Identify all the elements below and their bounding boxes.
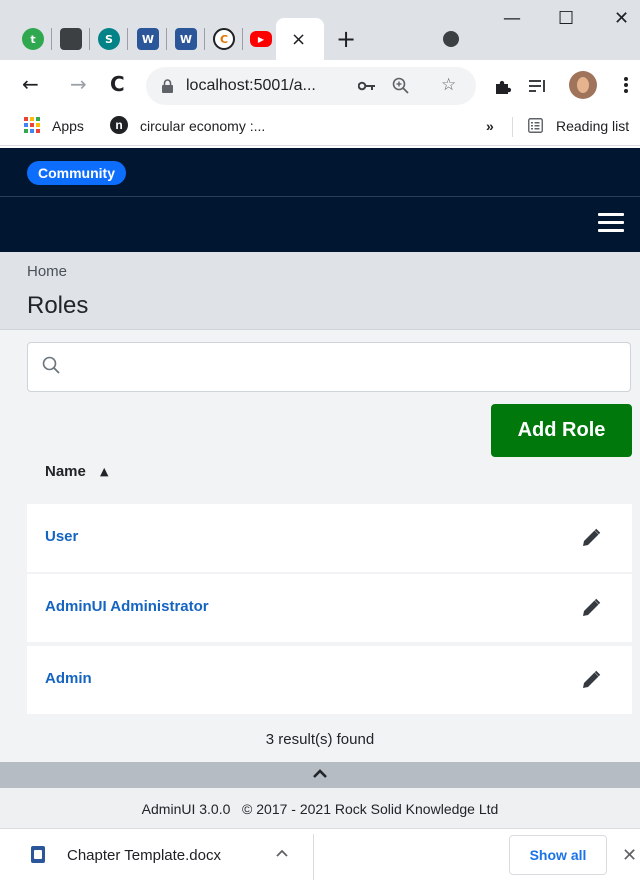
breadcrumb-home[interactable]: Home (27, 263, 67, 280)
tab-separator (89, 28, 90, 50)
download-divider (313, 834, 314, 880)
lock-icon[interactable] (162, 79, 173, 93)
n-logo-icon: n (110, 116, 128, 134)
bookmark-apps[interactable]: Apps (52, 118, 84, 134)
search-icon (42, 356, 60, 374)
reading-list-icon[interactable] (528, 118, 543, 133)
role-link[interactable]: Admin (45, 670, 92, 687)
bookmark-circular-economy[interactable]: circular economy :... (140, 118, 265, 134)
tab-favicon-youtube[interactable]: ▶ (250, 31, 272, 47)
tab-separator (166, 28, 167, 50)
chevron-up-icon[interactable] (275, 848, 289, 858)
table-row: User (27, 504, 632, 572)
download-filename[interactable]: Chapter Template.docx (67, 847, 221, 864)
word-file-icon (31, 846, 45, 863)
reload-button[interactable]: C (110, 72, 125, 96)
hamburger-menu-icon[interactable] (598, 213, 624, 233)
forward-button[interactable]: → (70, 72, 87, 96)
page-title: Roles (27, 292, 89, 319)
tab-favicon-t[interactable]: t (22, 28, 44, 50)
tab-favicon-word[interactable]: W (175, 28, 197, 50)
column-header-name[interactable]: Name (45, 463, 86, 480)
role-link[interactable]: User (45, 528, 78, 545)
tab-separator (242, 28, 243, 50)
add-role-button[interactable]: Add Role (491, 404, 632, 457)
brand-badge[interactable]: Community (27, 161, 126, 185)
tab-favicon-sharepoint[interactable]: S (98, 28, 120, 50)
close-download-bar-icon[interactable]: ✕ (622, 845, 637, 866)
tab-separator (127, 28, 128, 50)
key-icon[interactable] (358, 81, 376, 91)
reading-list-icon[interactable] (529, 79, 547, 93)
bookmarks-bar (0, 110, 640, 146)
sort-ascending-icon[interactable]: ▲ (100, 465, 108, 478)
edit-pencil-icon[interactable] (581, 528, 601, 548)
close-window-button[interactable]: ✕ (614, 8, 629, 29)
show-all-button[interactable]: Show all (509, 835, 607, 875)
tab-separator (51, 28, 52, 50)
tab-search-icon[interactable] (443, 31, 459, 47)
minimize-button[interactable]: — (503, 8, 521, 29)
reading-list-label[interactable]: Reading list (556, 118, 629, 134)
bookmarks-divider (512, 117, 513, 137)
footer-text: AdminUI 3.0.0 © 2017 - 2021 Rock Solid K… (141, 801, 499, 817)
bookmarks-overflow[interactable]: » (486, 118, 494, 134)
tab-favicon-word[interactable]: W (137, 28, 159, 50)
maximize-button[interactable]: ☐ (558, 8, 574, 29)
chevron-up-icon[interactable] (312, 767, 328, 779)
tab-favicon-circle[interactable]: C (213, 28, 235, 50)
tab-separator (204, 28, 205, 50)
header-divider (0, 196, 640, 197)
kebab-menu-icon[interactable] (624, 76, 628, 94)
new-tab-button[interactable]: + (336, 25, 356, 53)
zoom-icon[interactable] (392, 77, 409, 94)
profile-avatar[interactable] (569, 71, 597, 99)
search-input[interactable] (27, 342, 631, 392)
edit-pencil-icon[interactable] (581, 598, 601, 618)
edit-pencil-icon[interactable] (581, 670, 601, 690)
table-row: Admin (27, 646, 632, 714)
tab-favicon-chart[interactable] (60, 28, 82, 50)
apps-grid-icon[interactable] (24, 117, 40, 133)
bookmark-star-icon[interactable]: ☆ (441, 75, 456, 95)
table-row: AdminUI Administrator (27, 574, 632, 642)
back-button[interactable]: ← (22, 72, 39, 96)
tab-close-icon[interactable]: × (291, 29, 306, 50)
page-header (0, 252, 640, 330)
url-text[interactable]: localhost:5001/a... (186, 77, 316, 95)
results-count: 3 result(s) found (265, 731, 375, 748)
extensions-icon[interactable] (494, 77, 512, 95)
role-link[interactable]: AdminUI Administrator (45, 598, 209, 615)
